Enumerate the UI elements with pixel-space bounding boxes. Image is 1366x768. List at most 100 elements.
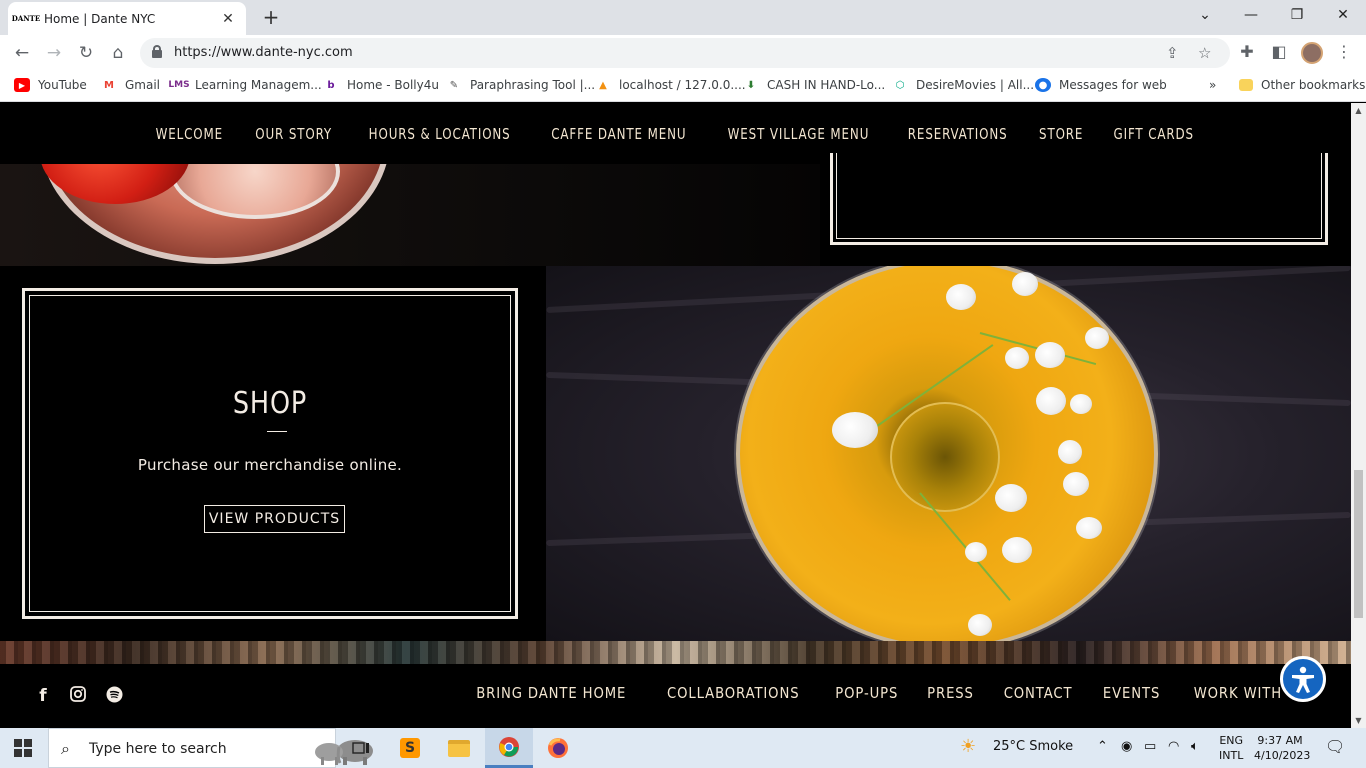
- footer-bring-dante-home[interactable]: BRING DANTE HOME: [476, 684, 626, 702]
- notifications-icon[interactable]: 🗨︎: [1325, 737, 1345, 756]
- input-language[interactable]: ENG INTL: [1219, 733, 1243, 763]
- footer-pop-ups[interactable]: POP-UPS: [835, 684, 898, 702]
- bolly4u-icon: b: [327, 79, 335, 91]
- shop-divider: [267, 431, 287, 432]
- cocktail-photo-shop: [546, 266, 1351, 641]
- bookmark-messages[interactable]: ● Messages for web: [1035, 78, 1167, 92]
- bookmark-label: Learning Managem...: [195, 78, 322, 92]
- battery-icon[interactable]: ▭: [1144, 739, 1156, 754]
- chrome-taskbar-icon[interactable]: [485, 728, 533, 768]
- weather-icon[interactable]: ☀: [960, 736, 976, 757]
- bookmark-youtube[interactable]: ▶ YouTube: [14, 78, 87, 92]
- bookmark-desiremovies[interactable]: ⬡ DesireMovies | All...: [892, 78, 1034, 92]
- nav-reservations[interactable]: RESERVATIONS: [908, 125, 1008, 143]
- share-icon[interactable]: ⇪: [1166, 44, 1179, 62]
- bookmark-lms[interactable]: LMS Learning Managem...: [168, 78, 322, 92]
- nav-welcome[interactable]: WELCOME: [156, 125, 223, 143]
- bookmark-paraphrasing[interactable]: ✎ Paraphrasing Tool |...: [446, 78, 595, 92]
- bookmark-label: Home - Bolly4u: [347, 78, 439, 92]
- wifi-icon[interactable]: ◠: [1168, 739, 1179, 754]
- browser-tab-bar: DANTE Home | Dante NYC ✕ + ⌄ — ❐ ✕: [0, 0, 1366, 35]
- back-button[interactable]: ←: [10, 42, 34, 64]
- language-code: ENG: [1219, 734, 1244, 747]
- reload-button[interactable]: ↻: [74, 42, 98, 64]
- instagram-icon[interactable]: [68, 686, 88, 706]
- footer-events[interactable]: EVENTS: [1103, 684, 1160, 702]
- tab-title: Home | Dante NYC: [44, 11, 156, 26]
- nav-store[interactable]: STORE: [1039, 125, 1083, 143]
- chrome-menu-icon[interactable]: ⋮: [1336, 42, 1352, 61]
- bar-shelf-image: [0, 641, 1351, 664]
- minimize-button[interactable]: —: [1228, 4, 1274, 28]
- bookmark-label: Paraphrasing Tool |...: [470, 78, 596, 92]
- meet-now-icon[interactable]: ◉: [1121, 739, 1132, 754]
- search-icon: ⌕: [61, 739, 70, 758]
- task-view-icon[interactable]: [337, 728, 385, 768]
- nav-hours-locations[interactable]: HOURS & LOCATIONS: [369, 125, 511, 143]
- other-bookmarks[interactable]: Other bookmarks: [1239, 78, 1365, 92]
- bookmark-bolly4u[interactable]: b Home - Bolly4u: [323, 78, 439, 92]
- windows-start-button[interactable]: [14, 739, 32, 757]
- nav-caffe-dante-menu[interactable]: CAFFE DANTE MENU: [551, 125, 686, 143]
- lock-icon[interactable]: [152, 45, 162, 58]
- firefox-icon[interactable]: [534, 728, 582, 768]
- home-button[interactable]: ⌂: [106, 42, 130, 64]
- desiremovies-icon: ⬡: [895, 79, 905, 91]
- gmail-icon: M: [104, 79, 114, 91]
- browser-tab[interactable]: DANTE Home | Dante NYC ✕: [8, 2, 246, 35]
- tab-search-chevron-icon[interactable]: ⌄: [1182, 4, 1228, 28]
- page-scrollbar[interactable]: ▲ ▼: [1351, 103, 1366, 728]
- extensions-puzzle-icon[interactable]: ✚: [1236, 42, 1258, 61]
- clock-date: 4/10/2023: [1254, 749, 1311, 762]
- restore-button[interactable]: ❐: [1274, 4, 1320, 28]
- scroll-thumb[interactable]: [1354, 470, 1363, 618]
- bookmark-cash-in-hand[interactable]: ⬇ CASH IN HAND-Lo...: [743, 78, 885, 92]
- close-window-button[interactable]: ✕: [1320, 4, 1366, 28]
- cash-icon: ⬇: [746, 79, 756, 91]
- volume-icon[interactable]: 🔈︎: [1191, 739, 1199, 754]
- bookmark-gmail[interactable]: M Gmail: [101, 78, 160, 92]
- cocktail-photo-top: [0, 164, 820, 266]
- profile-avatar[interactable]: [1301, 42, 1323, 64]
- side-panel-icon[interactable]: ◧: [1268, 42, 1290, 61]
- footer-contact[interactable]: CONTACT: [1004, 684, 1073, 702]
- sublime-text-icon[interactable]: S: [386, 728, 434, 768]
- bookmarks-overflow-button[interactable]: »: [1209, 78, 1216, 92]
- shop-description: Purchase our merchandise online.: [137, 456, 403, 474]
- bookmark-star-icon[interactable]: ☆: [1198, 44, 1211, 62]
- facebook-icon[interactable]: f: [33, 686, 53, 706]
- phpmyadmin-icon: ▲: [599, 79, 607, 91]
- file-explorer-icon[interactable]: [435, 728, 483, 768]
- nav-west-village-menu[interactable]: WEST VILLAGE MENU: [727, 125, 869, 143]
- new-tab-button[interactable]: +: [260, 5, 282, 29]
- clock[interactable]: 9:37 AM 4/10/2023: [1254, 733, 1311, 763]
- taskbar-search-placeholder: Type here to search: [89, 741, 227, 757]
- url-text[interactable]: https://www.dante-nyc.com: [174, 45, 353, 60]
- address-bar[interactable]: https://www.dante-nyc.com ⇪ ☆: [140, 38, 1230, 68]
- footer-press[interactable]: PRESS: [927, 684, 974, 702]
- view-products-button[interactable]: VIEW PRODUCTS: [204, 505, 345, 533]
- nav-our-story[interactable]: OUR STORY: [255, 125, 332, 143]
- nav-gift-cards[interactable]: GIFT CARDS: [1114, 125, 1194, 143]
- close-tab-icon[interactable]: ✕: [220, 11, 236, 27]
- accessibility-widget-button[interactable]: [1280, 656, 1326, 702]
- spotify-icon[interactable]: [104, 686, 124, 706]
- forward-button[interactable]: →: [42, 42, 66, 64]
- scroll-up-arrow-icon[interactable]: ▲: [1351, 103, 1366, 118]
- footer-nav: BRING DANTE HOME COLLABORATIONS POP-UPS …: [466, 684, 1315, 702]
- weather-text[interactable]: 25°C Smoke: [993, 739, 1073, 754]
- bookmark-label: YouTube: [38, 78, 87, 92]
- overflow-chevron-icon: »: [1209, 78, 1217, 92]
- lms-icon: LMS: [168, 80, 190, 90]
- scroll-down-arrow-icon[interactable]: ▼: [1351, 713, 1366, 728]
- bookmark-label: CASH IN HAND-Lo...: [767, 78, 886, 92]
- bookmark-localhost[interactable]: ▲ localhost / 127.0.0....: [595, 78, 745, 92]
- martini-glass-image: [736, 266, 1158, 641]
- website-viewport: WELCOME OUR STORY HOURS & LOCATIONS CAFF…: [0, 103, 1351, 728]
- taskbar-search-box[interactable]: ⌕ Type here to search: [48, 728, 373, 768]
- quill-icon: ✎: [449, 79, 459, 91]
- messages-icon: ●: [1035, 78, 1051, 92]
- footer-collaborations[interactable]: COLLABORATIONS: [667, 684, 799, 702]
- tray-overflow-chevron-icon[interactable]: ⌃: [1097, 739, 1108, 754]
- browser-toolbar: ← → ↻ ⌂ https://www.dante-nyc.com ⇪ ☆ ✚ …: [0, 35, 1366, 71]
